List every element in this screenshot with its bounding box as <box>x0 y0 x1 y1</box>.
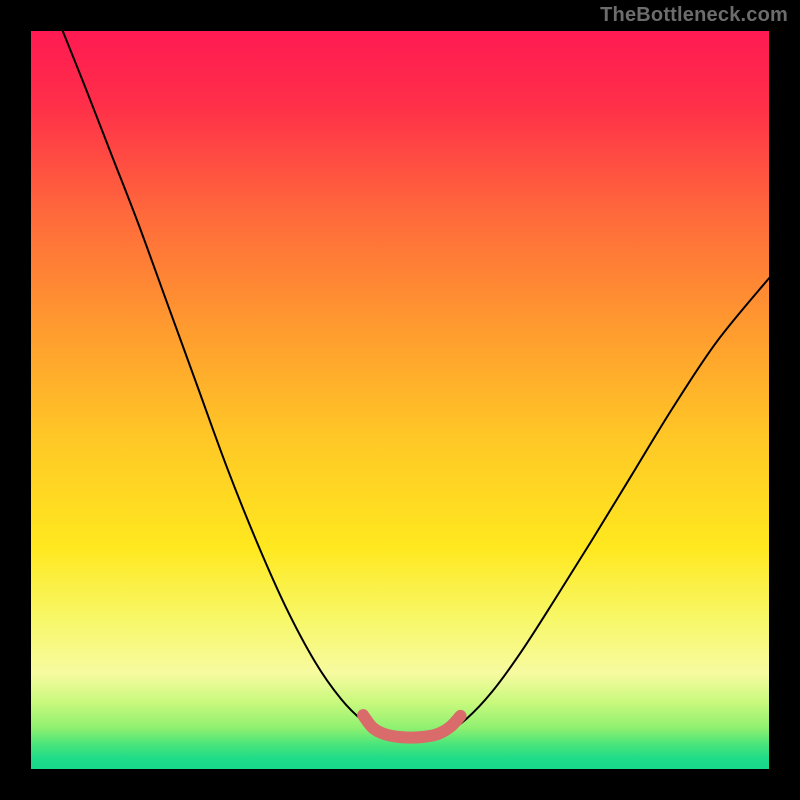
gradient-background <box>31 31 769 769</box>
chart-svg <box>31 31 769 769</box>
watermark-text: TheBottleneck.com <box>600 4 788 27</box>
chart-frame: TheBottleneck.com <box>0 0 800 800</box>
plot-area <box>31 31 769 769</box>
